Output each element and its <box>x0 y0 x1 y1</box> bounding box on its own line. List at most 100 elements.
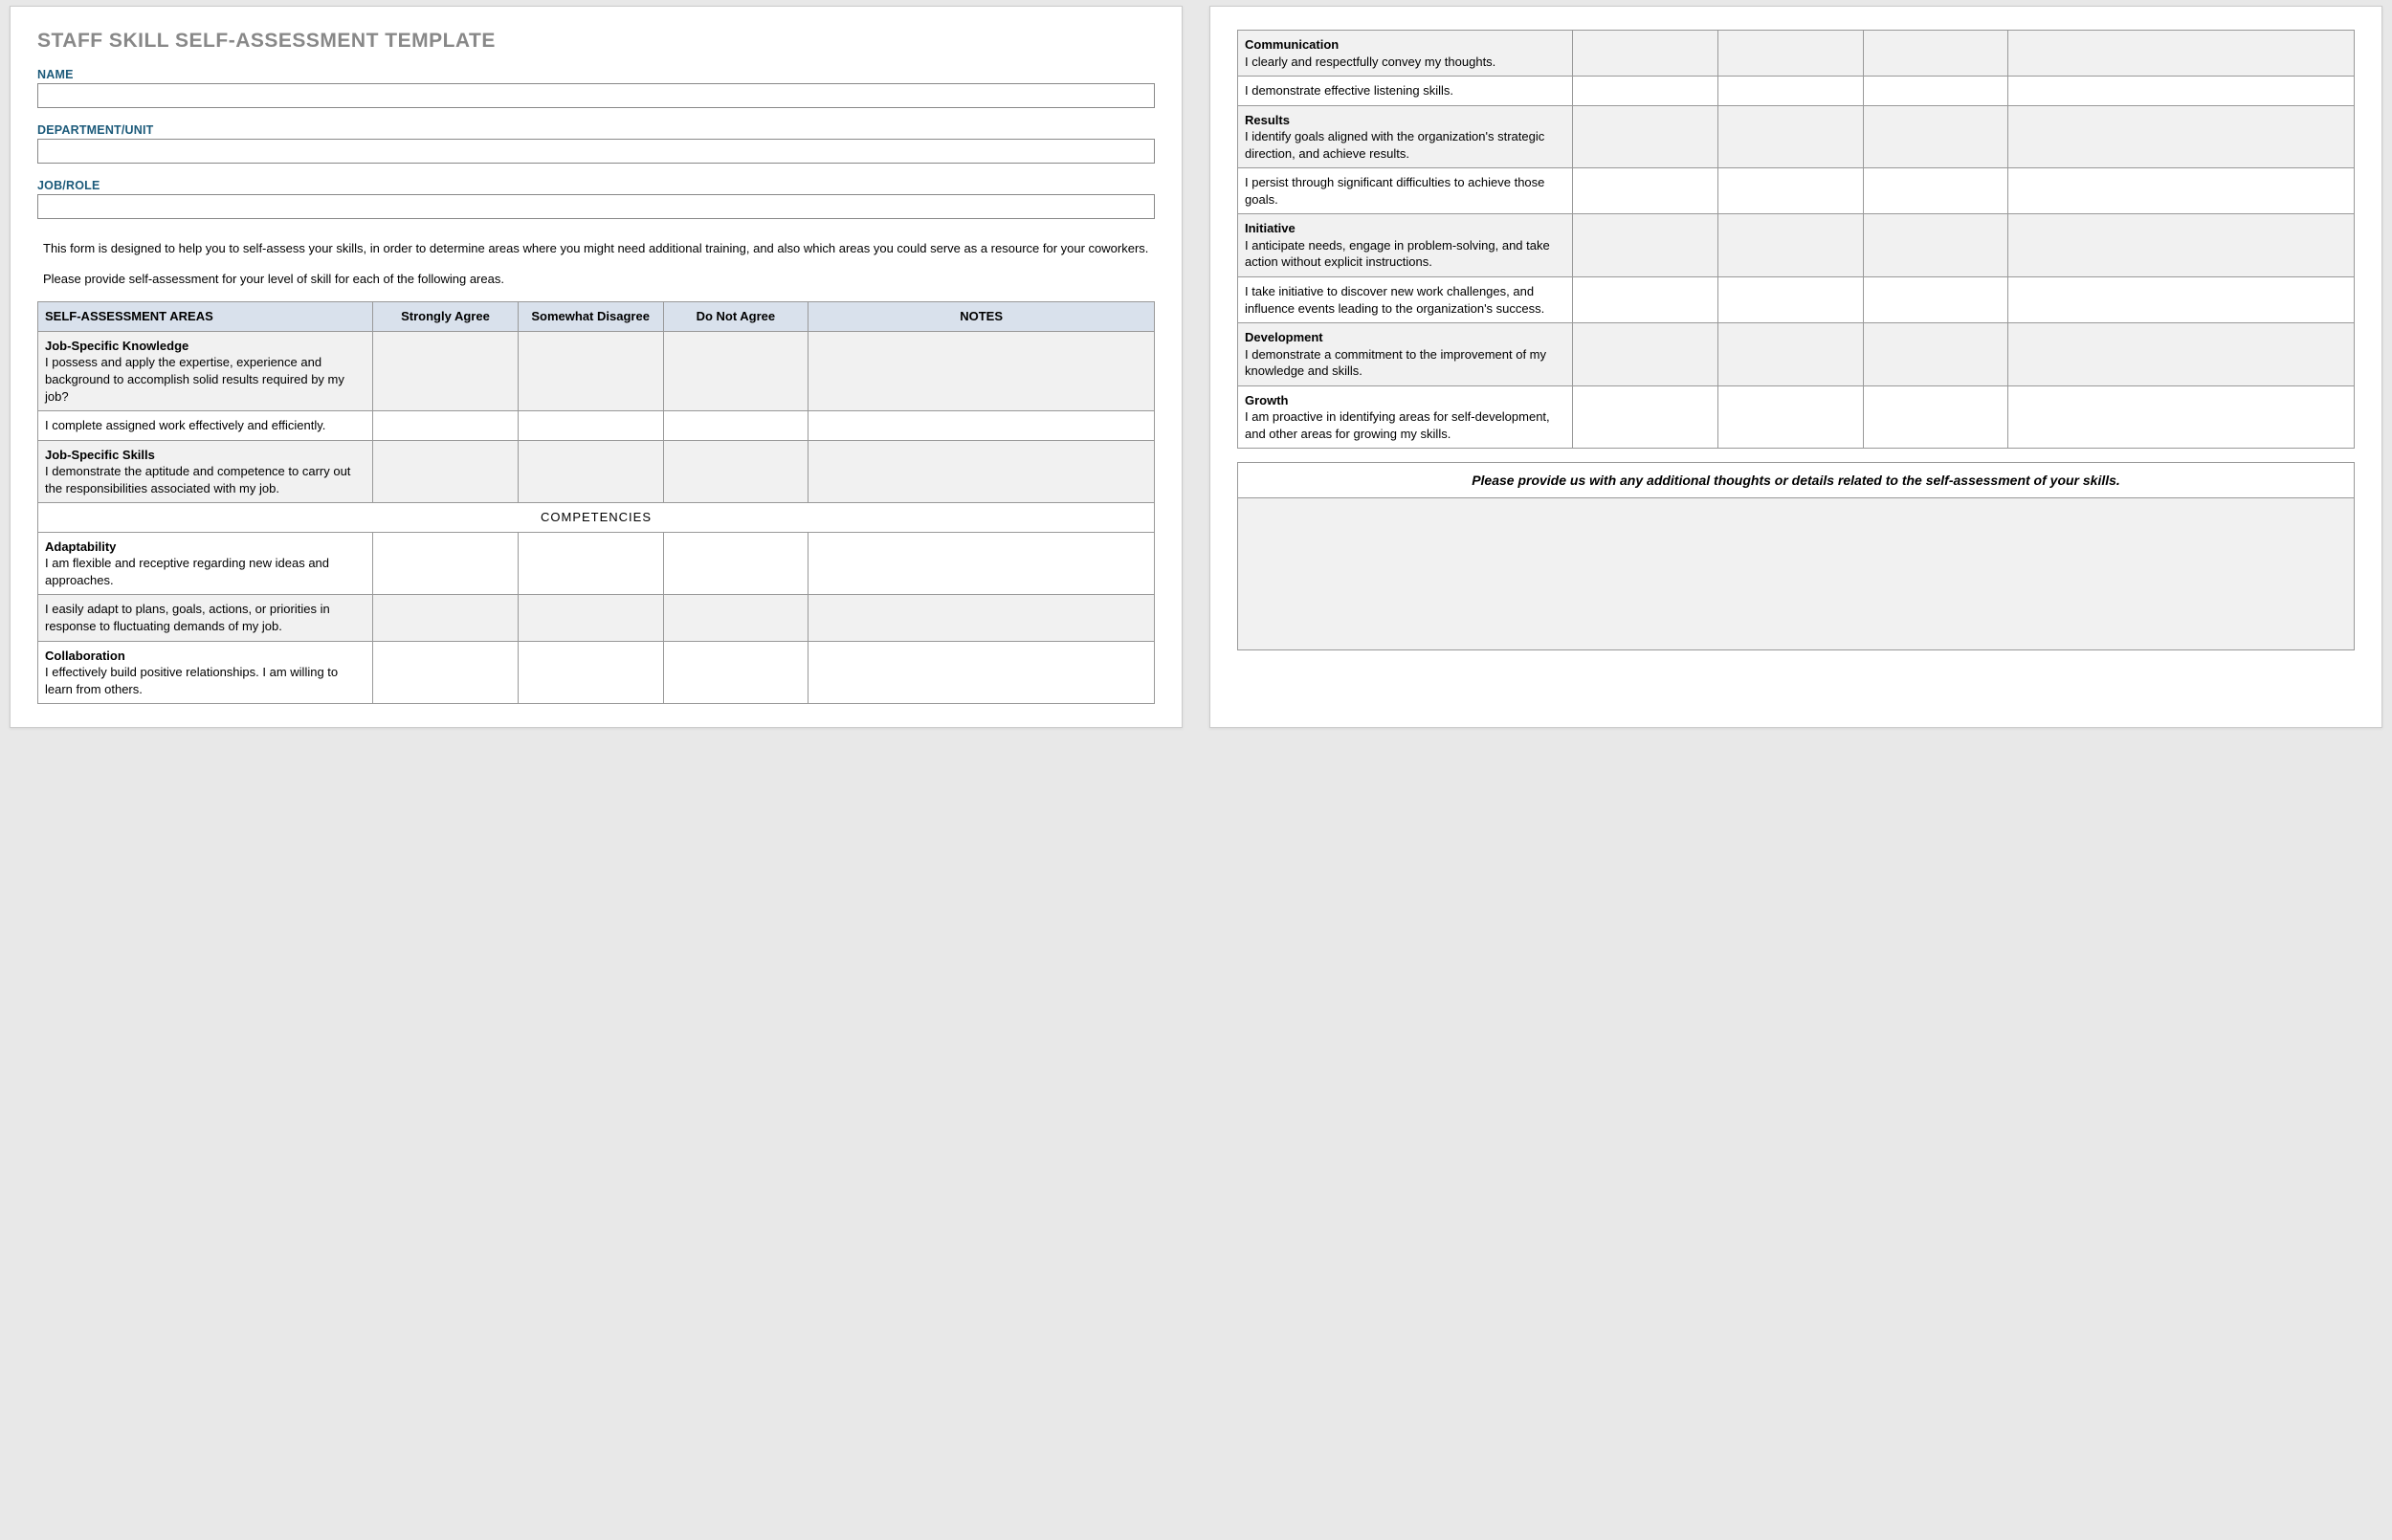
department-input[interactable] <box>37 139 1155 164</box>
rating-cell[interactable] <box>518 641 663 704</box>
intro-text: This form is designed to help you to sel… <box>43 240 1149 288</box>
notes-cell[interactable] <box>2008 105 2355 168</box>
rating-cell[interactable] <box>518 532 663 595</box>
area-title: Results <box>1245 112 1565 129</box>
notes-cell[interactable] <box>2008 323 2355 386</box>
rating-cell[interactable] <box>1717 385 1863 449</box>
table-row: CommunicationI clearly and respectfully … <box>1238 31 2355 77</box>
notes-cell[interactable] <box>808 331 1155 410</box>
area-title: Job-Specific Skills <box>45 447 365 464</box>
col-notes: NOTES <box>808 302 1155 332</box>
table-row: I persist through significant difficulti… <box>1238 168 2355 214</box>
area-cell: I persist through significant difficulti… <box>1238 168 1573 214</box>
rating-cell[interactable] <box>1863 168 2008 214</box>
col-donot: Do Not Agree <box>663 302 808 332</box>
notes-cell[interactable] <box>808 440 1155 503</box>
notes-cell[interactable] <box>2008 31 2355 77</box>
rating-cell[interactable] <box>1717 77 1863 106</box>
name-input[interactable] <box>37 83 1155 108</box>
additional-thoughts-input[interactable] <box>1237 497 2355 650</box>
area-cell: InitiativeI anticipate needs, engage in … <box>1238 214 1573 277</box>
rating-cell[interactable] <box>663 532 808 595</box>
rating-cell[interactable] <box>373 532 519 595</box>
rating-cell[interactable] <box>518 411 663 441</box>
area-text: I demonstrate the aptitude and competenc… <box>45 464 350 495</box>
area-text: I am proactive in identifying areas for … <box>1245 409 1550 441</box>
rating-cell[interactable] <box>1573 31 1718 77</box>
notes-cell[interactable] <box>2008 214 2355 277</box>
additional-thoughts-label: Please provide us with any additional th… <box>1237 462 2355 497</box>
area-cell: ResultsI identify goals aligned with the… <box>1238 105 1573 168</box>
rating-cell[interactable] <box>1717 214 1863 277</box>
rating-cell[interactable] <box>1863 214 2008 277</box>
rating-cell[interactable] <box>1717 31 1863 77</box>
rating-cell[interactable] <box>1573 277 1718 323</box>
rating-cell[interactable] <box>663 641 808 704</box>
area-title: Initiative <box>1245 220 1565 237</box>
table-row: Job-Specific SkillsI demonstrate the apt… <box>38 440 1155 503</box>
rating-cell[interactable] <box>1573 385 1718 449</box>
rating-cell[interactable] <box>518 440 663 503</box>
table-row: Job-Specific KnowledgeI possess and appl… <box>38 331 1155 410</box>
field-job: JOB/ROLE <box>37 179 1155 219</box>
assessment-table-2: CommunicationI clearly and respectfully … <box>1237 30 2355 449</box>
area-cell: GrowthI am proactive in identifying area… <box>1238 385 1573 449</box>
notes-cell[interactable] <box>2008 168 2355 214</box>
rating-cell[interactable] <box>518 331 663 410</box>
notes-cell[interactable] <box>808 595 1155 641</box>
area-text: I effectively build positive relationshi… <box>45 665 338 696</box>
rating-cell[interactable] <box>373 411 519 441</box>
area-title: Job-Specific Knowledge <box>45 338 365 355</box>
rating-cell[interactable] <box>1863 323 2008 386</box>
rating-cell[interactable] <box>1863 385 2008 449</box>
rating-cell[interactable] <box>373 595 519 641</box>
area-text: I demonstrate effective listening skills… <box>1245 83 1453 98</box>
rating-cell[interactable] <box>373 440 519 503</box>
rating-cell[interactable] <box>373 331 519 410</box>
rating-cell[interactable] <box>1717 105 1863 168</box>
rating-cell[interactable] <box>518 595 663 641</box>
rating-cell[interactable] <box>663 595 808 641</box>
rating-cell[interactable] <box>663 331 808 410</box>
rating-cell[interactable] <box>1863 277 2008 323</box>
rating-cell[interactable] <box>1573 168 1718 214</box>
area-cell: Job-Specific KnowledgeI possess and appl… <box>38 331 373 410</box>
area-text: I easily adapt to plans, goals, actions,… <box>45 602 330 633</box>
rating-cell[interactable] <box>1573 105 1718 168</box>
rating-cell[interactable] <box>1717 323 1863 386</box>
rating-cell[interactable] <box>1717 168 1863 214</box>
notes-cell[interactable] <box>2008 77 2355 106</box>
rating-cell[interactable] <box>1573 214 1718 277</box>
rating-cell[interactable] <box>1573 323 1718 386</box>
rating-cell[interactable] <box>1863 77 2008 106</box>
rating-cell[interactable] <box>373 641 519 704</box>
job-input[interactable] <box>37 194 1155 219</box>
rating-cell[interactable] <box>1863 31 2008 77</box>
area-title: Development <box>1245 329 1565 346</box>
rating-cell[interactable] <box>663 411 808 441</box>
table-row: GrowthI am proactive in identifying area… <box>1238 385 2355 449</box>
area-title: Growth <box>1245 392 1565 409</box>
table-row: InitiativeI anticipate needs, engage in … <box>1238 214 2355 277</box>
rating-cell[interactable] <box>1863 105 2008 168</box>
intro-paragraph-2: Please provide self-assessment for your … <box>43 271 1149 288</box>
area-cell: I easily adapt to plans, goals, actions,… <box>38 595 373 641</box>
area-cell: CommunicationI clearly and respectfully … <box>1238 31 1573 77</box>
notes-cell[interactable] <box>808 532 1155 595</box>
rating-cell[interactable] <box>663 440 808 503</box>
name-label: NAME <box>37 68 1155 81</box>
notes-cell[interactable] <box>808 641 1155 704</box>
rating-cell[interactable] <box>1573 77 1718 106</box>
notes-cell[interactable] <box>2008 277 2355 323</box>
department-label: DEPARTMENT/UNIT <box>37 123 1155 137</box>
notes-cell[interactable] <box>808 411 1155 441</box>
area-text: I identify goals aligned with the organi… <box>1245 129 1544 161</box>
table-row: CollaborationI effectively build positiv… <box>38 641 1155 704</box>
rating-cell[interactable] <box>1717 277 1863 323</box>
table-row: AdaptabilityI am flexible and receptive … <box>38 532 1155 595</box>
field-name: NAME <box>37 68 1155 108</box>
col-areas: SELF-ASSESSMENT AREAS <box>38 302 373 332</box>
notes-cell[interactable] <box>2008 385 2355 449</box>
table-row: I take initiative to discover new work c… <box>1238 277 2355 323</box>
table-row: I demonstrate effective listening skills… <box>1238 77 2355 106</box>
